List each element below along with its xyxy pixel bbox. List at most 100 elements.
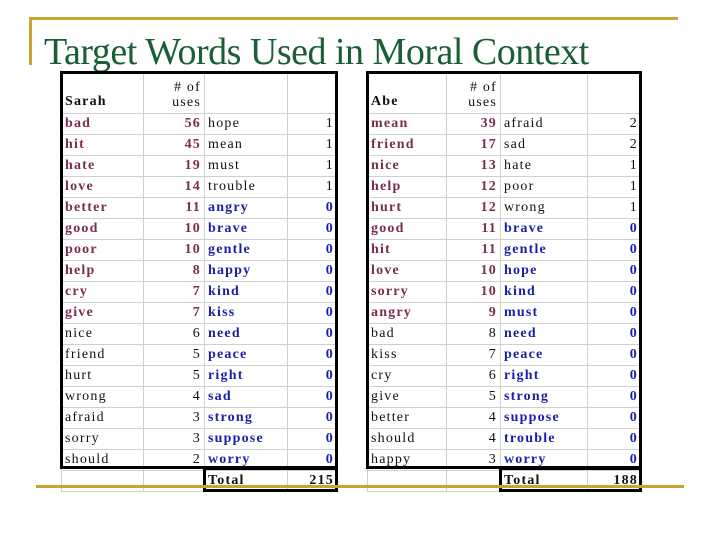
count-cell: 0: [287, 218, 338, 240]
word-cell: need: [500, 323, 588, 345]
word-cell: nice: [61, 323, 144, 345]
gold-rule-top: [30, 17, 678, 20]
count-cell: 12: [446, 197, 501, 219]
word-cell: peace: [500, 344, 588, 366]
table-row: angry 9 must 0: [367, 302, 642, 324]
word-cell: kind: [500, 281, 588, 303]
word-cell: poor: [500, 176, 588, 198]
empty-cell: [367, 470, 447, 492]
table-row: better 4 suppose 0: [367, 407, 642, 429]
word-cell: kiss: [367, 344, 447, 366]
count-cell: 0: [587, 449, 642, 471]
word-cell: need: [204, 323, 288, 345]
count-cell: 6: [143, 323, 205, 345]
count-cell: 0: [287, 281, 338, 303]
count-cell: 19: [143, 155, 205, 177]
count-cell: 1: [287, 134, 338, 156]
table-row: help 8 happy 0: [61, 260, 338, 282]
count-cell: 56: [143, 113, 205, 135]
slide-title: Target Words Used in Moral Context: [44, 31, 589, 73]
count-cell: 39: [446, 113, 501, 135]
word-cell: friend: [61, 344, 144, 366]
table-row: sorry 10 kind 0: [367, 281, 642, 303]
count-cell: 0: [287, 239, 338, 261]
table-row: friend 5 peace 0: [61, 344, 338, 366]
child-name-header: Sarah: [61, 72, 144, 114]
word-cell: worry: [204, 449, 288, 471]
table-row: better 11 angry 0: [61, 197, 338, 219]
word-cell: mean: [204, 134, 288, 156]
word-cell: hurt: [367, 197, 447, 219]
word-cell: wrong: [500, 197, 588, 219]
table-row: sorry 3 suppose 0: [61, 428, 338, 450]
count-cell: 0: [587, 302, 642, 324]
table-row: wrong 4 sad 0: [61, 386, 338, 408]
word-cell: help: [61, 260, 144, 282]
empty-cell: [500, 72, 588, 114]
count-cell: 10: [446, 260, 501, 282]
table-row: good 10 brave 0: [61, 218, 338, 240]
word-cell: gentle: [204, 239, 288, 261]
word-cell: strong: [204, 407, 288, 429]
count-cell: 8: [143, 260, 205, 282]
word-cell: trouble: [500, 428, 588, 450]
count-cell: 0: [587, 407, 642, 429]
count-cell: 7: [143, 281, 205, 303]
table-row: cry 6 right 0: [367, 365, 642, 387]
word-cell: should: [61, 449, 144, 471]
count-cell: 0: [287, 197, 338, 219]
count-cell: 7: [446, 344, 501, 366]
word-cell: must: [500, 302, 588, 324]
empty-cell: [446, 470, 501, 492]
word-cell: afraid: [500, 113, 588, 135]
empty-cell: [143, 470, 205, 492]
word-cell: poor: [61, 239, 144, 261]
word-cell: sorry: [367, 281, 447, 303]
word-cell: should: [367, 428, 447, 450]
count-cell: 8: [446, 323, 501, 345]
table-row: should 4 trouble 0: [367, 428, 642, 450]
empty-cell: [61, 470, 144, 492]
count-cell: 2: [587, 113, 642, 135]
word-cell: friend: [367, 134, 447, 156]
count-cell: 0: [587, 323, 642, 345]
word-cell: better: [367, 407, 447, 429]
count-cell: 5: [446, 386, 501, 408]
word-cell: strong: [500, 386, 588, 408]
count-cell: 13: [446, 155, 501, 177]
table-row: bad 8 need 0: [367, 323, 642, 345]
count-cell: 1: [287, 176, 338, 198]
word-cell: sad: [500, 134, 588, 156]
word-cell: kind: [204, 281, 288, 303]
table-row: friend 17 sad 2: [367, 134, 642, 156]
count-cell: 9: [446, 302, 501, 324]
table-row: give 5 strong 0: [367, 386, 642, 408]
count-cell: 12: [446, 176, 501, 198]
word-cell: angry: [367, 302, 447, 324]
empty-cell: [204, 72, 288, 114]
word-cell: help: [367, 176, 447, 198]
table-row: nice 13 hate 1: [367, 155, 642, 177]
word-cell: good: [61, 218, 144, 240]
word-cell: trouble: [204, 176, 288, 198]
count-cell: 10: [143, 239, 205, 261]
count-cell: 1: [587, 176, 642, 198]
table-row: should 2 worry 0: [61, 449, 338, 471]
word-cell: mean: [367, 113, 447, 135]
word-cell: love: [367, 260, 447, 282]
word-cell: right: [204, 365, 288, 387]
count-cell: 0: [587, 365, 642, 387]
count-cell: 0: [287, 302, 338, 324]
count-cell: 0: [287, 344, 338, 366]
word-cell: give: [367, 386, 447, 408]
word-cell: bad: [61, 113, 144, 135]
header-row: Abe # of uses: [367, 72, 642, 114]
count-cell: 5: [143, 344, 205, 366]
count-cell: 0: [287, 260, 338, 282]
table-row: help 12 poor 1: [367, 176, 642, 198]
count-cell: 3: [446, 449, 501, 471]
count-cell: 0: [587, 281, 642, 303]
count-cell: 1: [287, 155, 338, 177]
word-cell: angry: [204, 197, 288, 219]
count-cell: 1: [587, 155, 642, 177]
